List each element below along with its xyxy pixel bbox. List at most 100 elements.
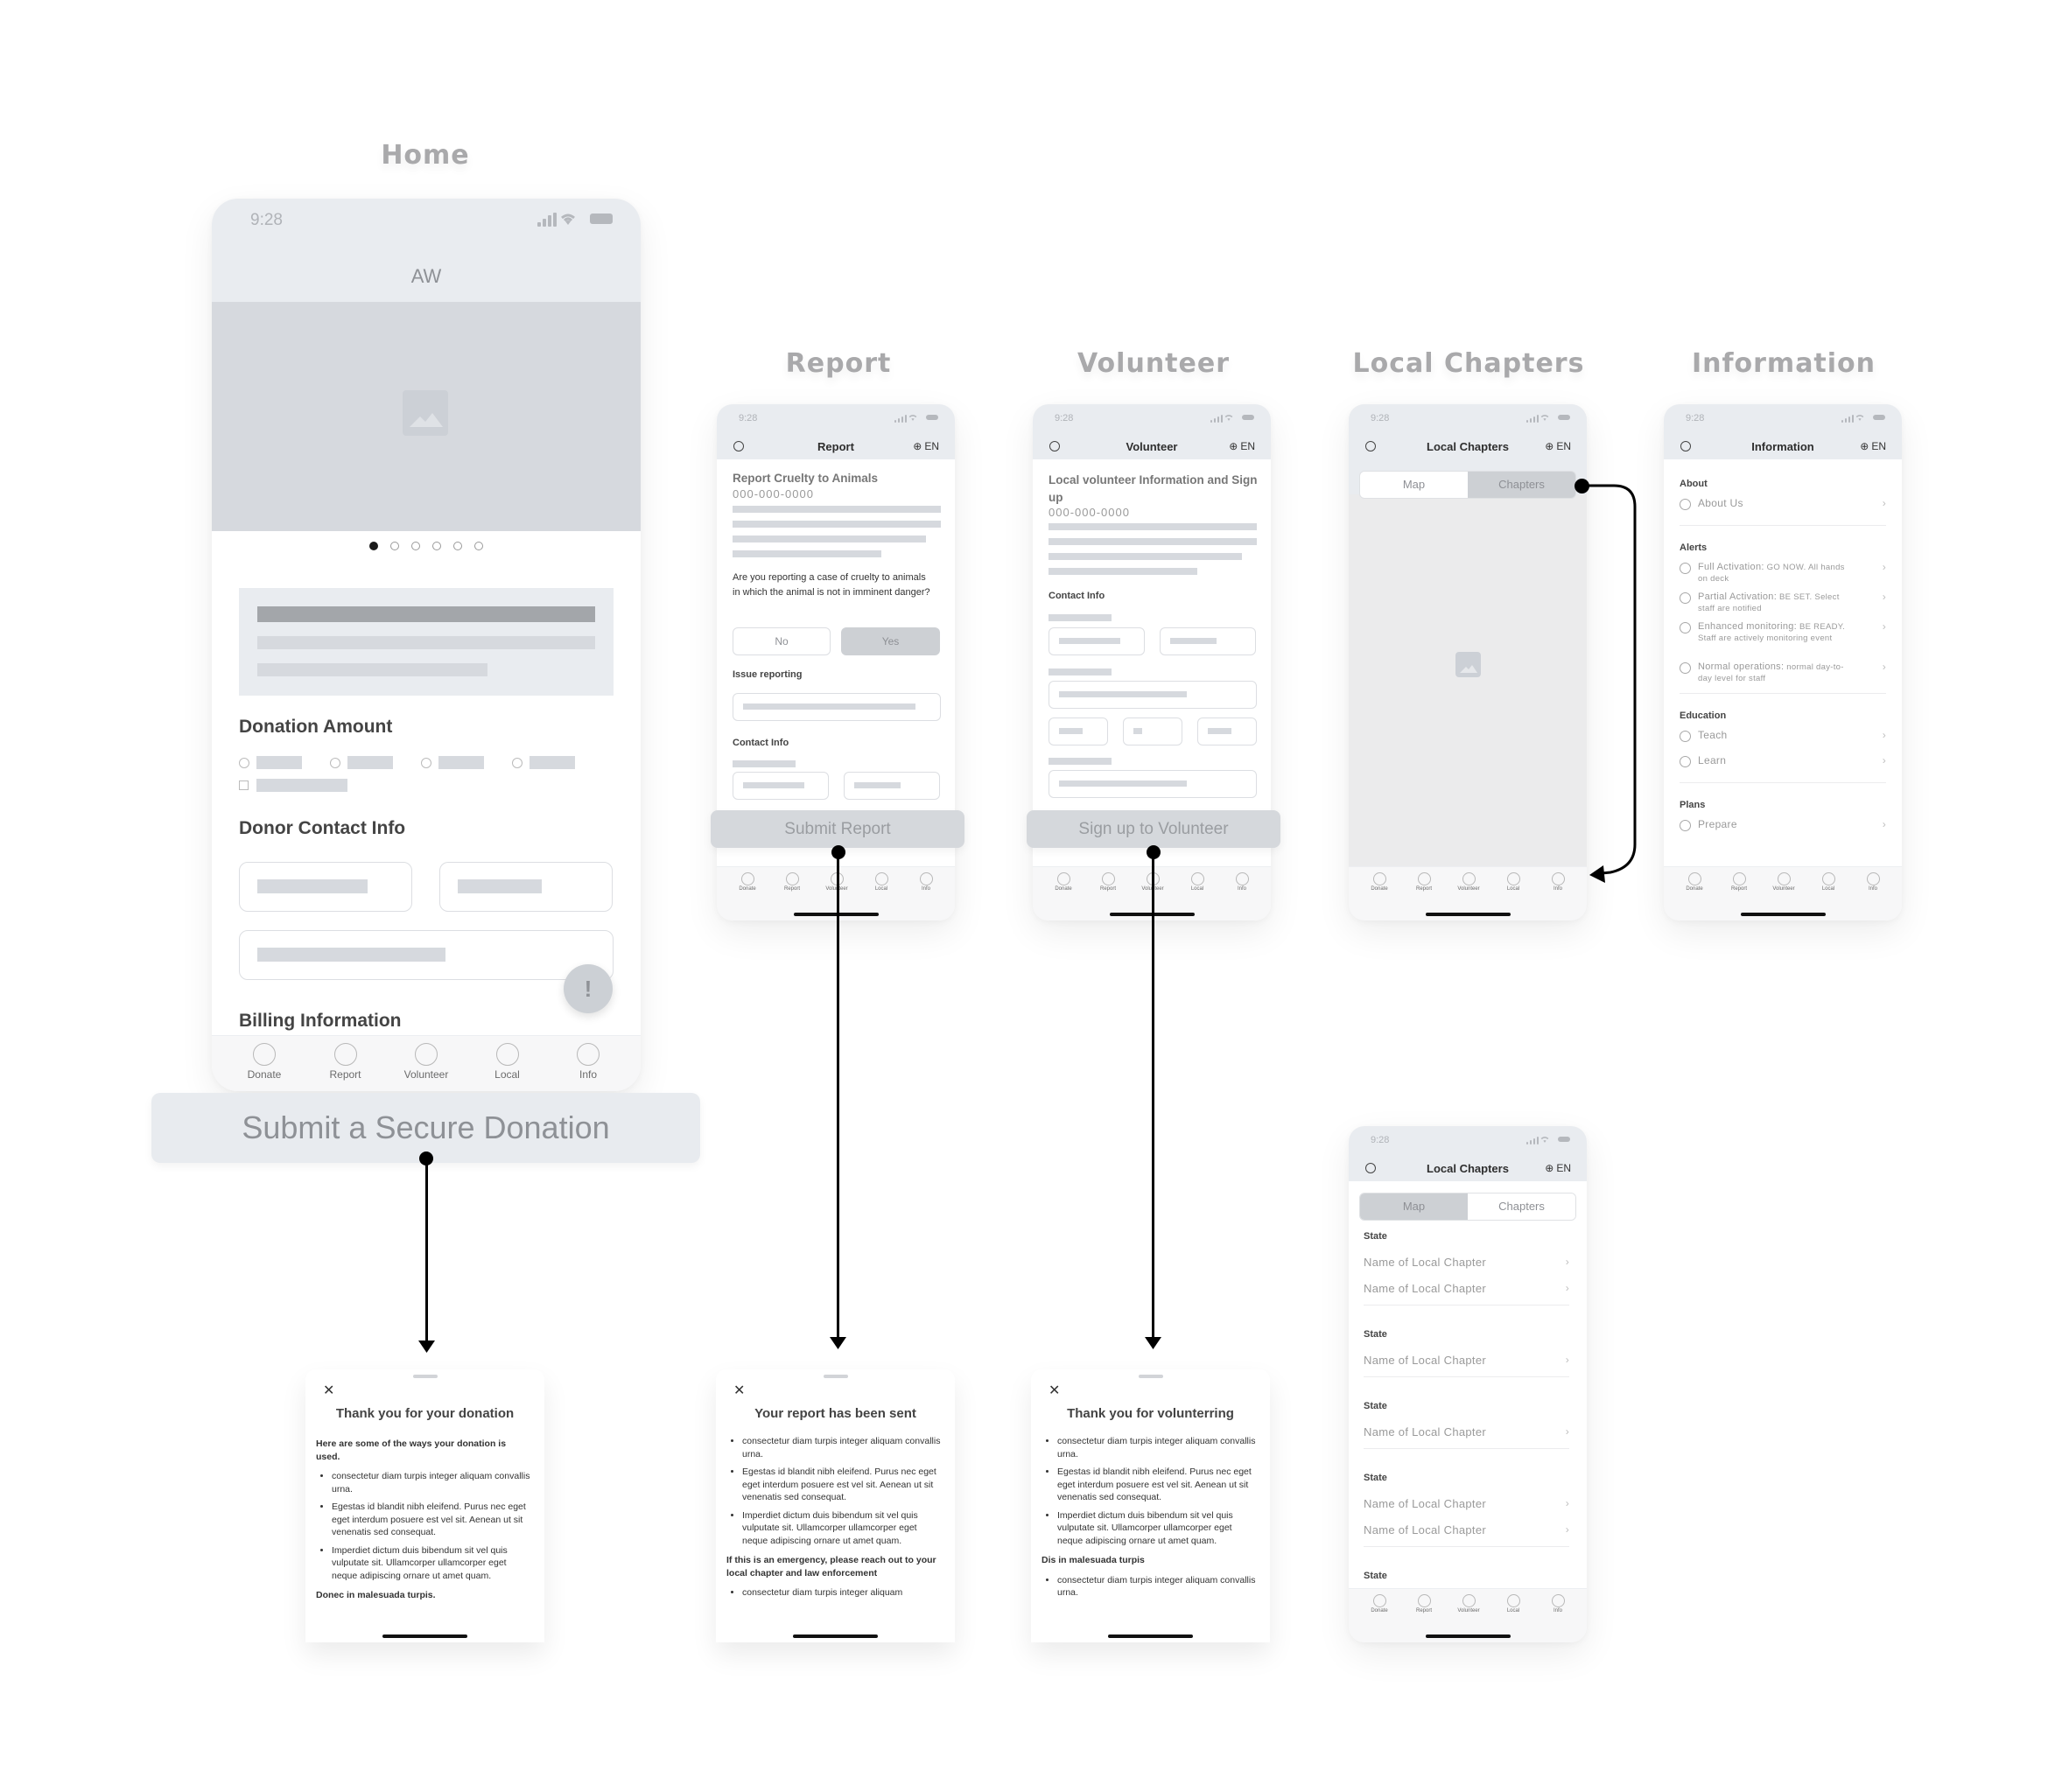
amount-radio-option[interactable] [421,756,500,770]
item-icon [1680,756,1691,767]
close-icon[interactable]: ✕ [733,1382,745,1399]
drag-handle[interactable] [1138,1375,1163,1378]
nav-bar: Information ⊕ EN [1664,436,1902,459]
divider [1364,1305,1569,1306]
address-field[interactable] [1049,681,1257,709]
image-placeholder-icon [403,390,448,436]
last-name-field[interactable] [439,862,613,912]
info-list-item[interactable]: Full Activation: GO NOW. All hands on de… [1680,562,1886,584]
city-field[interactable] [1049,718,1108,746]
yes-button[interactable]: Yes [841,627,940,655]
tab-icon [253,1043,276,1066]
close-icon[interactable]: ✕ [1049,1382,1060,1399]
carousel-dot[interactable] [453,542,462,550]
tab-donate[interactable]: Donate [238,1043,291,1081]
info-list-item[interactable]: Normal operations: normal day-to-day lev… [1680,662,1886,684]
amount-radio-option[interactable] [330,756,409,770]
amount-radio-option[interactable] [239,756,318,770]
no-button[interactable]: No [733,627,831,655]
tab-icon [1101,872,1115,886]
info-list-item[interactable]: Enhanced monitoring: BE READY. Staff are… [1680,621,1886,644]
carousel-dot[interactable] [411,542,420,550]
tab-info[interactable]: Info [1532,1594,1584,1614]
tab-icon [577,1043,600,1066]
info-list-item[interactable]: Prepare › [1680,819,1886,831]
map-placeholder-icon[interactable] [1455,652,1481,677]
first-name-field[interactable] [733,772,829,800]
section-heading: Plans [1680,800,1706,810]
section-heading: Alerts [1680,542,1708,553]
chapter-name: Name of Local Chapter [1364,1497,1486,1510]
last-name-field[interactable] [1160,627,1256,655]
tab-report[interactable]: Report [319,1043,372,1081]
language-selector[interactable]: ⊕ EN [1545,1162,1571,1174]
language-selector[interactable]: ⊕ EN [1545,440,1571,452]
chapter-list-item[interactable]: Name of Local Chapter › [1364,1497,1569,1510]
chapter-list-item[interactable]: Name of Local Chapter › [1364,1354,1569,1367]
bullet-item: consectetur diam turpis integer aliquam [742,1586,943,1600]
chevron-right-icon: › [1565,1425,1569,1438]
carousel-dot[interactable] [369,542,378,550]
sheet-bullets: consectetur diam turpis integer aliquam … [316,1470,532,1582]
tab-info[interactable]: Info [1216,872,1268,892]
carousel-dots[interactable] [212,542,641,550]
language-selector[interactable]: ⊕ EN [913,440,939,452]
divider [1364,1376,1569,1377]
help-fab[interactable]: ! [564,964,613,1013]
chapter-list-item[interactable]: Name of Local Chapter › [1364,1282,1569,1295]
home-indicator [1108,1634,1193,1638]
info-list-item[interactable]: Teach › [1680,730,1886,742]
tab-local[interactable]: Local [481,1043,534,1081]
battery-icon [590,214,613,224]
close-icon[interactable]: ✕ [323,1382,334,1399]
drag-handle[interactable] [823,1375,848,1378]
segment-map[interactable]: Map [1360,472,1468,498]
chapter-list-item[interactable]: Name of Local Chapter › [1364,1523,1569,1536]
hero-image[interactable] [212,302,641,531]
carousel-dot[interactable] [432,542,441,550]
battery-icon [1242,415,1254,420]
tab-info[interactable]: Info [1847,872,1899,892]
status-time: 9:28 [250,211,283,229]
custom-amount-checkbox[interactable] [239,779,361,793]
radio-icon [239,758,249,768]
item-label: Full Activation: GO NOW. All hands on de… [1698,562,1845,584]
tab-bar: DonateReportVolunteerLocalInfo [1664,866,1902,920]
carousel-dot[interactable] [390,542,399,550]
divider [1680,693,1886,694]
tab-info[interactable]: Info [900,872,952,892]
interests-field[interactable] [1049,770,1257,798]
submit-report-button[interactable]: Submit Report [711,810,964,848]
chapter-list-item[interactable]: Name of Local Chapter › [1364,1425,1569,1438]
carousel-dot[interactable] [474,542,483,550]
info-list-item[interactable]: About Us › [1680,498,1886,510]
chapter-list-item[interactable]: Name of Local Chapter › [1364,1256,1569,1269]
info-list-item[interactable]: Partial Activation: BE SET. Select staff… [1680,592,1886,614]
amount-radio-option[interactable] [512,756,591,770]
zip-field[interactable] [1197,718,1257,746]
language-label: EN [1240,440,1255,452]
sheet-title: Thank you for volunterring [1067,1406,1234,1421]
drag-handle[interactable] [412,1375,438,1378]
screen-title-information: Information [1691,348,1876,379]
language-selector[interactable]: ⊕ EN [1860,440,1886,452]
segment-chapters[interactable]: Chapters [1468,472,1575,498]
segment-chapters[interactable]: Chapters [1468,1194,1575,1220]
item-label: Enhanced monitoring: BE READY. Staff are… [1698,621,1846,643]
language-selector[interactable]: ⊕ EN [1229,440,1255,452]
tab-icon [495,1043,519,1066]
sign-up-volunteer-button[interactable]: Sign up to Volunteer [1027,810,1280,848]
first-name-field[interactable] [1049,627,1145,655]
first-name-field[interactable] [239,862,412,912]
language-label: EN [1871,440,1886,452]
state-field[interactable] [1123,718,1182,746]
tab-volunteer[interactable]: Volunteer [400,1043,452,1081]
last-name-field[interactable] [844,772,940,800]
issue-reporting-field[interactable] [733,693,941,721]
tab-info[interactable]: Info [562,1043,614,1081]
amount-placeholder [256,756,302,769]
info-list-item[interactable]: Learn › [1680,755,1886,767]
segment-map[interactable]: Map [1360,1194,1468,1220]
email-field[interactable] [239,930,614,980]
tab-label: Info [1237,886,1246,892]
